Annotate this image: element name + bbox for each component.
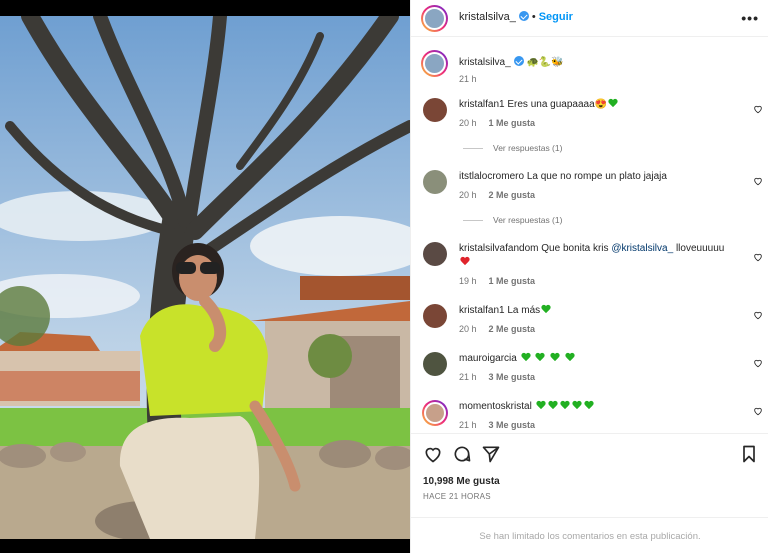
more-options-icon[interactable]: ••• — [741, 10, 759, 26]
like-comment-icon[interactable] — [753, 104, 763, 114]
like-comment-icon[interactable] — [753, 406, 763, 416]
comment-likes[interactable]: 2 Me gusta — [489, 324, 536, 334]
green-heart-icon — [536, 401, 546, 410]
red-heart-icon — [460, 257, 470, 266]
save-bookmark-icon[interactable] — [739, 444, 759, 464]
like-comment-icon[interactable] — [753, 310, 763, 320]
green-heart-icon — [565, 353, 575, 362]
commenter-avatar[interactable] — [422, 400, 448, 426]
follow-button[interactable]: Seguir — [539, 11, 573, 23]
post-time-ago[interactable]: HACE 21 HORAS — [423, 492, 491, 501]
comment-time[interactable]: 20 h — [459, 190, 477, 200]
comment-username[interactable]: kristalfan1 — [459, 305, 505, 316]
comment-text: kristalfan1 Eres una guapaaaa😍 — [459, 98, 739, 112]
green-heart-icon — [535, 353, 545, 362]
comment-username[interactable]: mauroigarcia — [459, 353, 517, 364]
verified-icon — [513, 56, 524, 66]
comments-list[interactable]: kristalsilva_ 🐢🐍🐝 21 h kristalfan1 Eres … — [411, 38, 768, 433]
comment-likes[interactable]: 3 Me gusta — [489, 420, 536, 430]
verified-icon — [518, 11, 529, 21]
author-avatar[interactable] — [421, 5, 448, 32]
photo-illustration — [0, 16, 410, 539]
comment-text: mauroigarcia — [459, 352, 739, 366]
comment-body: Eres una guapaaaa😍 — [507, 99, 608, 110]
green-heart-icon — [560, 401, 570, 410]
comment-body-end: lloveuuuuu — [675, 243, 725, 254]
comment-meta: 20 h 2 Me gusta — [459, 324, 535, 334]
caption-time[interactable]: 21 h — [459, 74, 477, 84]
comment-icon[interactable] — [452, 444, 472, 464]
green-heart-icon — [548, 401, 558, 410]
mention-link[interactable]: @kristalsilva_ — [611, 243, 673, 254]
comment-username[interactable]: itstlalocromero — [459, 171, 524, 182]
green-heart-icon — [521, 353, 531, 362]
commenter-avatar[interactable] — [423, 352, 447, 376]
post-actions: 10,998 Me gusta HACE 21 HORAS Se han lim… — [411, 433, 768, 553]
post-detail-panel: kristalsilva_ • Seguir ••• kristalsilva_ 🐢… — [410, 0, 768, 553]
comment-text: momentoskristal — [459, 400, 739, 414]
green-heart-icon — [608, 99, 618, 108]
caption-text: kristalsilva_ 🐢🐍🐝 — [459, 56, 739, 70]
comment-meta: 21 h 3 Me gusta — [459, 372, 535, 382]
green-heart-icon — [584, 401, 594, 410]
comment-username[interactable]: kristalsilvafandom — [459, 243, 538, 254]
commenter-avatar[interactable] — [423, 242, 447, 266]
caption-username[interactable]: kristalsilva_ — [459, 57, 511, 68]
comment-username[interactable]: momentoskristal — [459, 401, 532, 412]
like-comment-icon[interactable] — [753, 358, 763, 368]
share-icon[interactable] — [481, 444, 501, 464]
comment-username[interactable]: kristalfan1 — [459, 99, 505, 110]
commenter-avatar[interactable] — [423, 304, 447, 328]
like-comment-icon[interactable] — [753, 176, 763, 186]
comment-text: kristalfan1 La más — [459, 304, 739, 318]
comment-meta: 20 h 2 Me gusta — [459, 190, 535, 200]
commenter-avatar[interactable] — [423, 170, 447, 194]
comment-time[interactable]: 20 h — [459, 324, 477, 334]
comments-limited-notice: Se han limitado los comentarios en esta … — [411, 517, 768, 553]
view-replies-button[interactable]: Ver respuestas (1) — [463, 215, 562, 225]
comment-likes[interactable]: 2 Me gusta — [489, 190, 536, 200]
comment-time[interactable]: 21 h — [459, 420, 477, 430]
post-photo[interactable] — [0, 0, 410, 553]
post-author-line: kristalsilva_ • Seguir — [459, 11, 573, 23]
view-replies-button[interactable]: Ver respuestas (1) — [463, 143, 562, 153]
like-comment-icon[interactable] — [753, 252, 763, 262]
green-heart-icon — [572, 401, 582, 410]
dot-separator: • — [531, 11, 536, 23]
commenter-avatar[interactable] — [423, 98, 447, 122]
green-heart-icon — [541, 305, 551, 314]
comment-meta: 20 h 1 Me gusta — [459, 118, 535, 128]
comment-time[interactable]: 19 h — [459, 276, 477, 286]
comment-text: kristalsilvafandom Que bonita kris @kris… — [459, 242, 729, 270]
comment-body: La que no rompe un plato jajaja — [526, 171, 667, 182]
comment-time[interactable]: 21 h — [459, 372, 477, 382]
comment-meta: 19 h 1 Me gusta — [459, 276, 535, 286]
comment-likes[interactable]: 1 Me gusta — [489, 118, 536, 128]
green-heart-icon — [550, 353, 560, 362]
author-username[interactable]: kristalsilva_ — [459, 11, 516, 23]
like-count[interactable]: 10,998 Me gusta — [423, 476, 500, 487]
comment-text: itstlalocromero La que no rompe un plato… — [459, 170, 739, 184]
comment-likes[interactable]: 3 Me gusta — [489, 372, 536, 382]
comment-meta: 21 h 3 Me gusta — [459, 420, 535, 430]
caption-avatar[interactable] — [421, 50, 448, 77]
comment-body: La más — [507, 305, 541, 316]
comment-body: Que bonita kris — [541, 243, 609, 254]
post-header: kristalsilva_ • Seguir ••• — [411, 0, 768, 37]
caption-emojis: 🐢🐍🐝 — [526, 57, 564, 68]
comment-time[interactable]: 20 h — [459, 118, 477, 128]
like-icon[interactable] — [423, 444, 443, 464]
comment-likes[interactable]: 1 Me gusta — [489, 276, 536, 286]
